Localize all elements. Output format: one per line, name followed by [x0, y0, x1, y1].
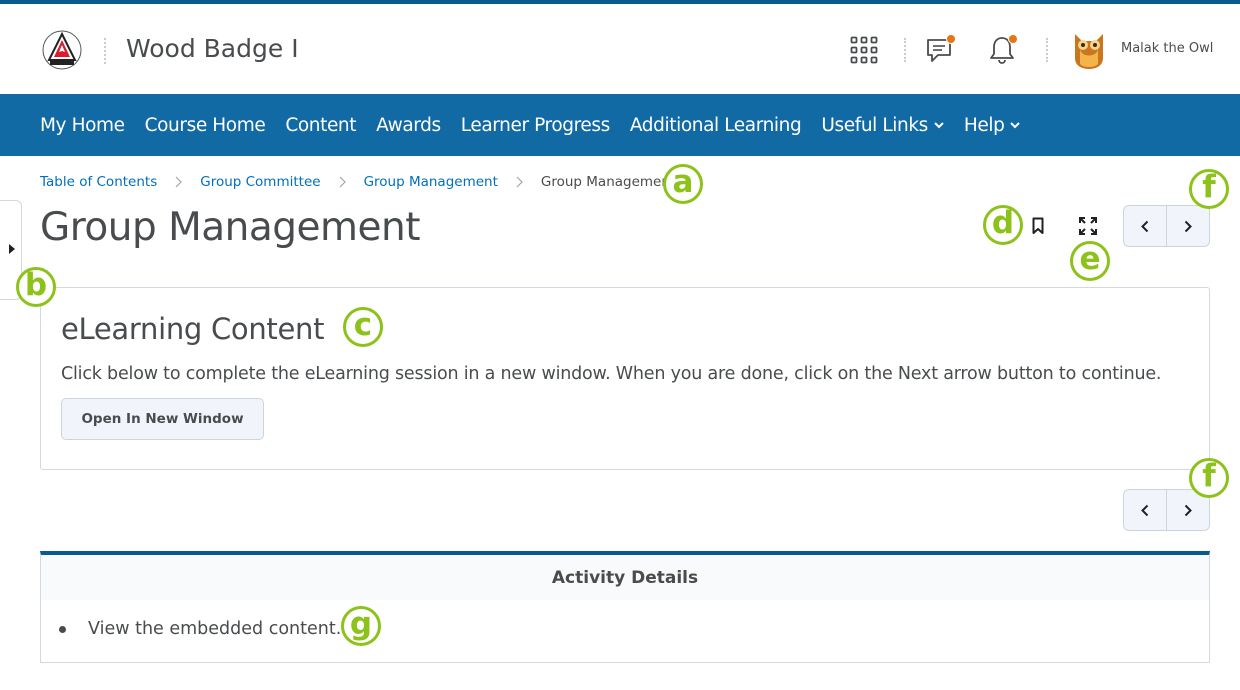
callout-f-top: f [1189, 169, 1229, 209]
callout-a: a [663, 164, 703, 204]
list-item: View the embedded content. [88, 619, 342, 639]
chevron-down-icon [934, 121, 944, 128]
user-name[interactable]: Malak the Owl [1121, 41, 1213, 56]
header-divider [1046, 38, 1048, 62]
previous-button[interactable] [1124, 206, 1166, 246]
course-navbar: My Home Course Home Content Awards Learn… [0, 94, 1240, 156]
nav-item-useful-links[interactable]: Useful Links [821, 115, 944, 136]
list-bullet [59, 626, 66, 633]
apps-grid-icon[interactable] [848, 34, 880, 66]
activity-details-panel: Activity Details View the embedded conte… [40, 551, 1210, 663]
breadcrumb-current: Group Management [540, 174, 676, 190]
callout-d: d [983, 205, 1023, 245]
notification-dot [946, 34, 956, 44]
caret-right-icon [9, 244, 15, 254]
header-divider [104, 38, 106, 64]
nav-item-additional-learning[interactable]: Additional Learning [630, 115, 802, 136]
nav-item-my-home[interactable]: My Home [40, 115, 125, 136]
message-alert-icon[interactable] [922, 32, 958, 68]
content-description: Click below to complete the eLearning se… [61, 364, 1162, 384]
chevron-right-icon [339, 176, 346, 188]
top-pager [1123, 205, 1210, 247]
owl-avatar[interactable] [1070, 28, 1108, 70]
breadcrumb-link[interactable]: Table of Contents [40, 174, 157, 190]
open-in-new-window-button[interactable]: Open In New Window [61, 398, 264, 440]
nav-item-content[interactable]: Content [285, 115, 356, 136]
bottom-pager [1123, 489, 1210, 531]
callout-e: e [1070, 241, 1110, 281]
previous-button[interactable] [1124, 490, 1166, 530]
callout-f-bottom: f [1189, 458, 1229, 498]
minibar-header: Wood Badge I Malak the Owl [0, 4, 1240, 94]
breadcrumb-link[interactable]: Group Committee [200, 174, 320, 190]
chevron-right-icon [175, 176, 183, 188]
scouts-canada-logo[interactable] [42, 30, 82, 70]
notification-bell-icon[interactable] [984, 32, 1020, 68]
breadcrumb: Table of Contents Group Committee Group … [40, 174, 675, 190]
course-title[interactable]: Wood Badge I [126, 34, 299, 63]
callout-g: g [341, 606, 381, 646]
page-title: Group Management [40, 205, 421, 250]
content-title: eLearning Content [61, 312, 325, 346]
chevron-right-icon [1184, 504, 1192, 516]
elearning-content-panel: eLearning Content Click below to complet… [40, 287, 1210, 470]
callout-c: c [343, 307, 383, 347]
header-divider [904, 38, 906, 62]
nav-item-awards[interactable]: Awards [376, 115, 441, 136]
fullscreen-button[interactable] [1076, 214, 1100, 238]
chevron-down-icon [1010, 121, 1021, 128]
next-button[interactable] [1166, 206, 1209, 246]
bookmark-icon [1032, 217, 1044, 234]
notification-dot [1008, 34, 1018, 44]
chevron-right-icon [1184, 220, 1192, 232]
expand-icon [1079, 217, 1097, 235]
callout-b: b [16, 267, 56, 307]
activity-details-title: Activity Details [41, 555, 1209, 600]
chevron-right-icon [516, 176, 523, 188]
nav-list: My Home Course Home Content Awards Learn… [40, 94, 1021, 156]
nav-item-learner-progress[interactable]: Learner Progress [461, 115, 611, 136]
nav-item-help[interactable]: Help [964, 115, 1021, 136]
chevron-left-icon [1141, 504, 1149, 516]
breadcrumb-link[interactable]: Group Management [364, 174, 498, 190]
chevron-left-icon [1141, 220, 1149, 232]
bookmark-button[interactable] [1026, 214, 1050, 238]
nav-item-course-home[interactable]: Course Home [145, 115, 266, 136]
